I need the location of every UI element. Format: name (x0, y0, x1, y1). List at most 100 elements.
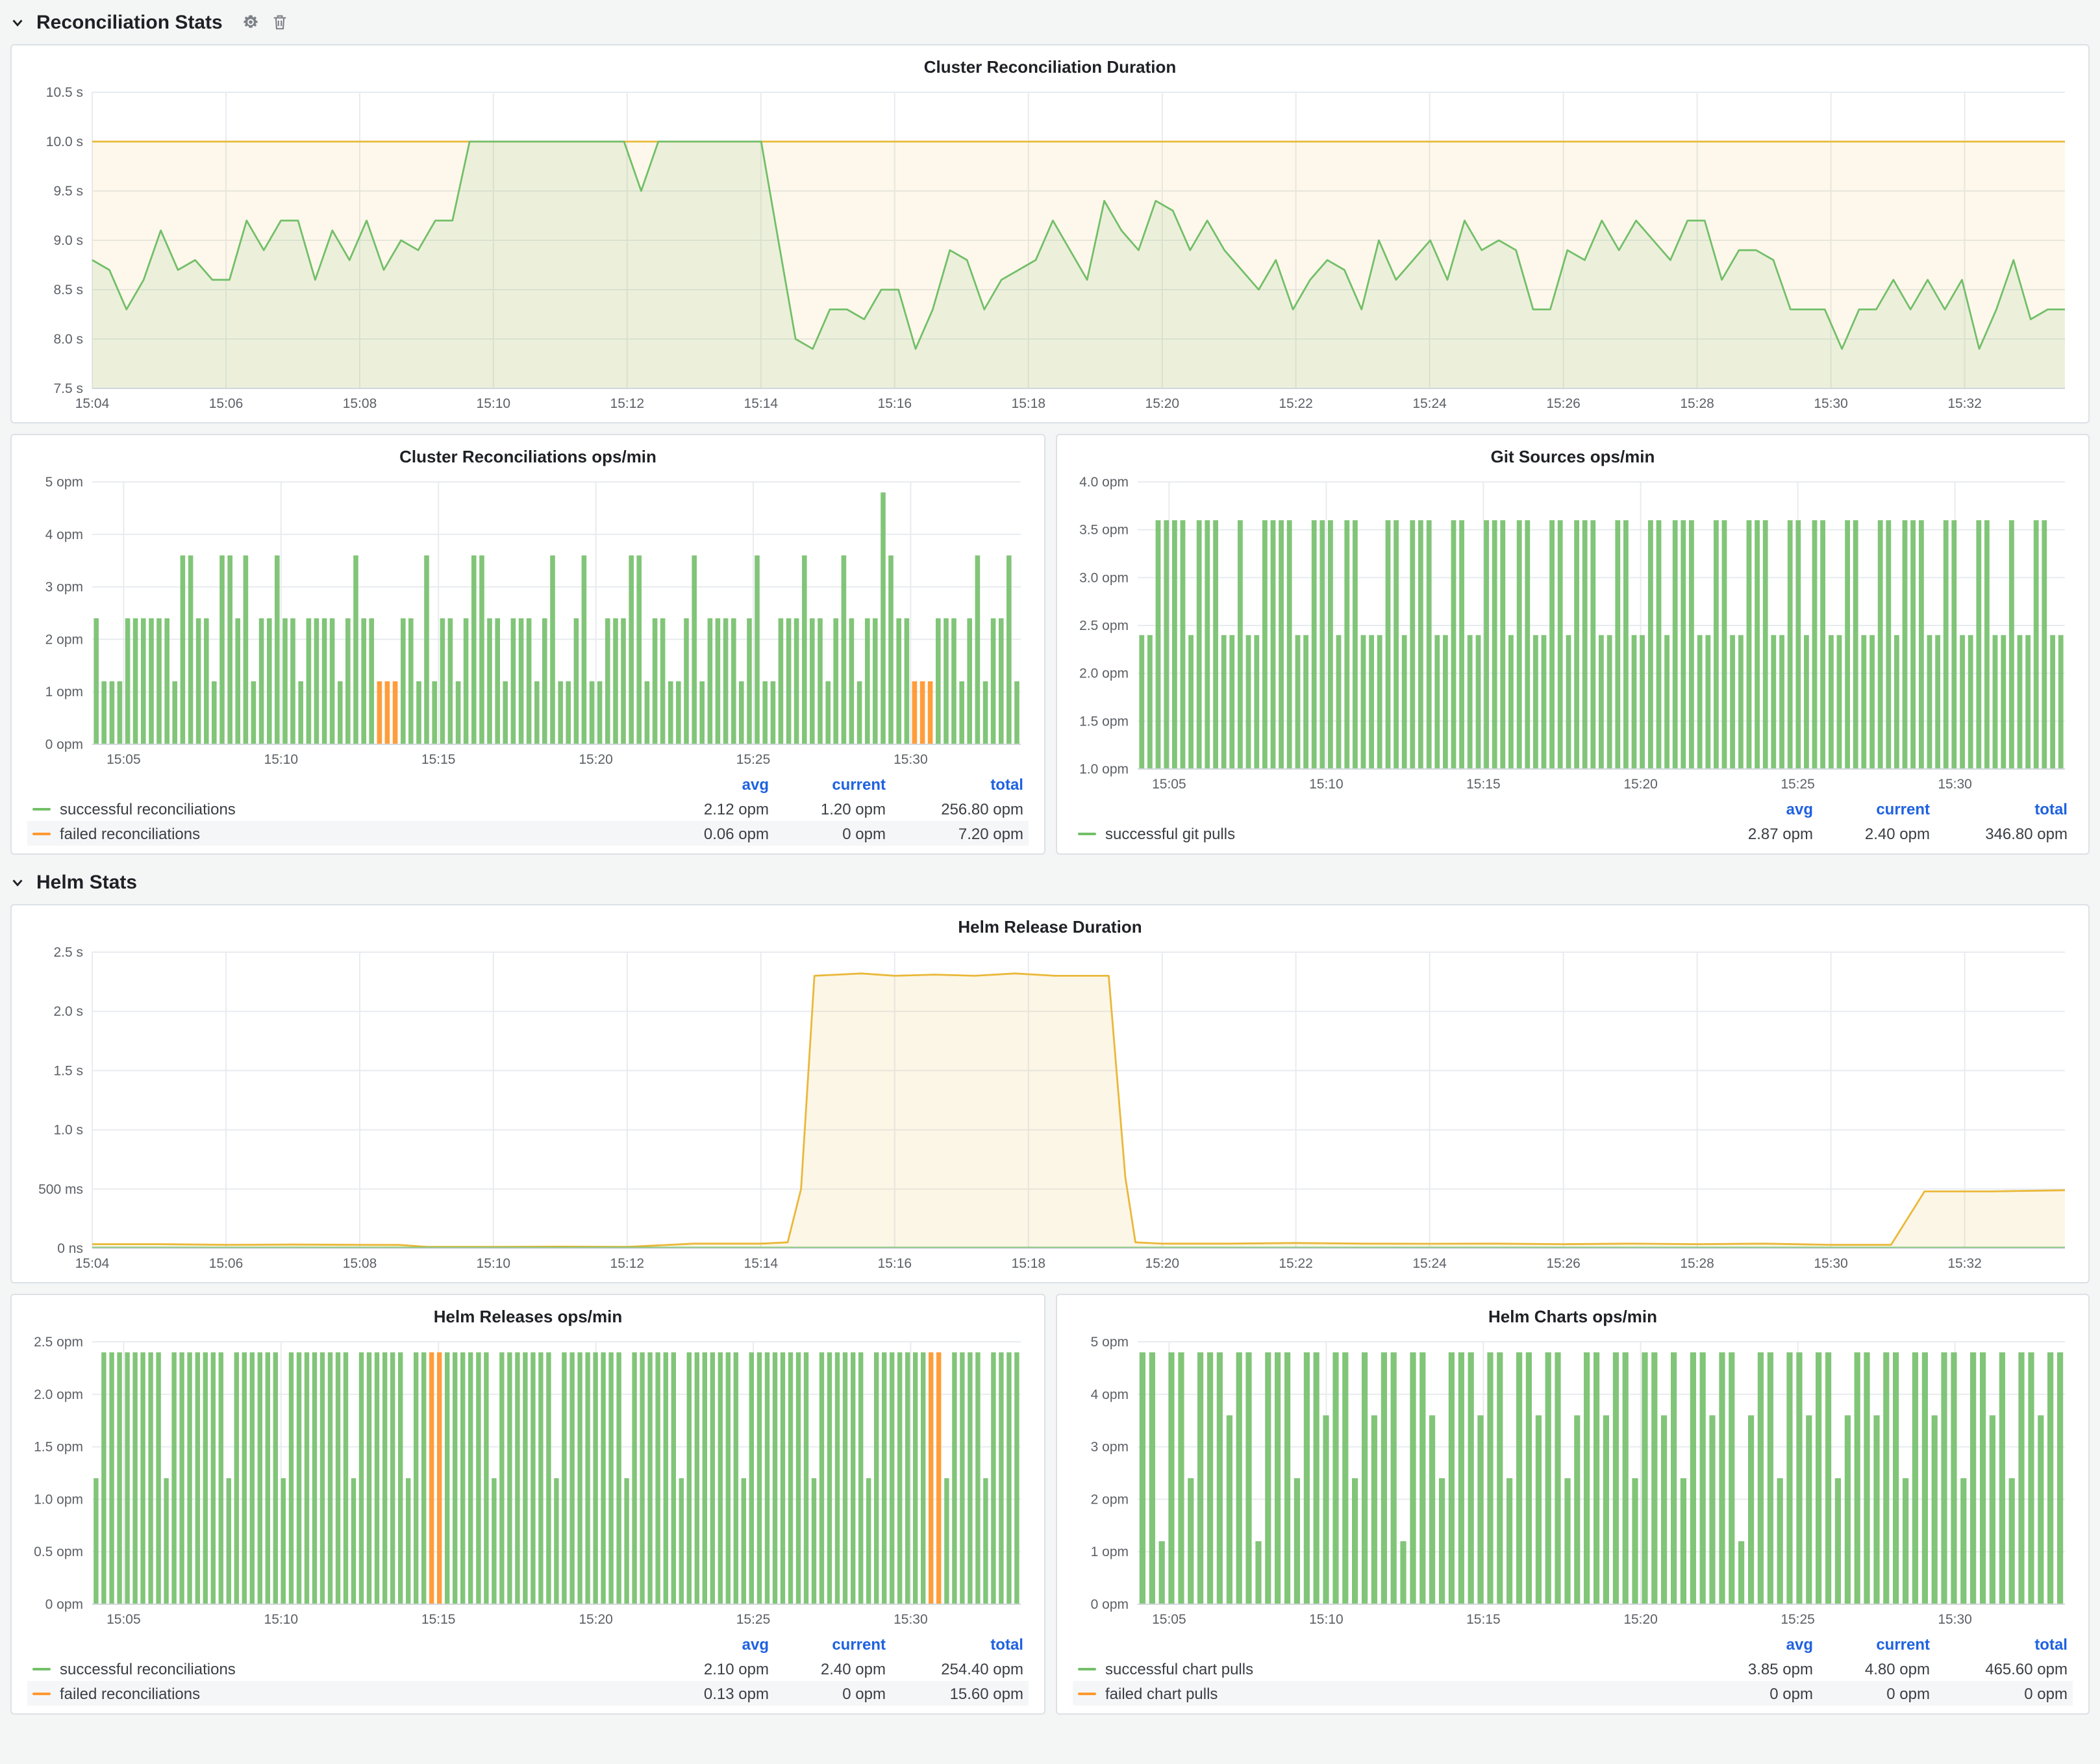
svg-text:15:20: 15:20 (1145, 1256, 1180, 1271)
legend-row-successful: successful chart pulls 3.85 opm 4.80 opm… (1073, 1656, 2073, 1681)
svg-text:2.0 opm: 2.0 opm (1079, 666, 1129, 681)
svg-text:15:32: 15:32 (1947, 396, 1982, 411)
panel-title[interactable]: Helm Release Duration (25, 912, 2075, 942)
svg-text:1 opm: 1 opm (45, 685, 83, 699)
svg-text:1.5 opm: 1.5 opm (1079, 714, 1129, 729)
legend-header-total[interactable]: total (1935, 800, 2073, 818)
legend-header-current[interactable]: current (1818, 800, 1935, 818)
legend-avg: 3.85 opm (1701, 1659, 1818, 1678)
series-name[interactable]: successful chart pulls (1105, 1659, 1253, 1678)
legend-total: 0 opm (1935, 1684, 2073, 1702)
svg-text:15:15: 15:15 (1466, 777, 1501, 792)
svg-text:4.0 opm: 4.0 opm (1079, 475, 1129, 490)
panel-title[interactable]: Cluster Reconciliations ops/min (25, 442, 1031, 472)
series-name[interactable]: successful git pulls (1105, 824, 1235, 842)
legend-row-successful: successful reconciliations 2.12 opm 1.20… (27, 796, 1029, 821)
svg-text:15:30: 15:30 (894, 1612, 928, 1627)
helm-release-duration-chart[interactable]: 0 ns500 ms1.0 s1.5 s2.0 s2.5 s15:0415:06… (25, 942, 2075, 1274)
row-header-helm-stats[interactable]: Helm Stats (10, 865, 2090, 899)
series-marker-orange (32, 1692, 51, 1695)
section-title[interactable]: Reconciliation Stats (36, 11, 223, 33)
svg-text:15:24: 15:24 (1412, 396, 1447, 411)
svg-text:2.5 s: 2.5 s (53, 945, 83, 960)
section-title[interactable]: Helm Stats (36, 871, 137, 893)
series-marker-green (1078, 1667, 1096, 1670)
svg-text:1.5 opm: 1.5 opm (34, 1440, 83, 1455)
svg-text:9.0 s: 9.0 s (53, 233, 83, 248)
svg-text:0 ns: 0 ns (57, 1241, 83, 1256)
series-marker-green (32, 807, 51, 810)
svg-text:1.0 opm: 1.0 opm (34, 1492, 83, 1507)
panel-title[interactable]: Helm Releases ops/min (25, 1302, 1031, 1331)
cluster-reconciliations-chart[interactable]: 0 opm1 opm2 opm3 opm4 opm5 opm15:0515:10… (25, 472, 1031, 770)
panel-git-sources-opm: Git Sources ops/min 1.0 opm 1.5 opm 2.0 op… (1056, 434, 2090, 855)
legend-header-total[interactable]: total (1935, 1635, 2073, 1653)
svg-text:3.5 opm: 3.5 opm (1079, 523, 1129, 538)
panel-title[interactable]: Cluster Reconciliation Duration (25, 52, 2075, 82)
svg-text:15:24: 15:24 (1412, 1256, 1447, 1271)
legend-total: 7.20 opm (891, 824, 1029, 842)
svg-text:2.0 s: 2.0 s (53, 1004, 83, 1019)
cluster-reconciliation-duration-chart[interactable]: 7.5 s8.0 s8.5 s9.0 s9.5 s10.0 s10.5 s15:… (25, 82, 2075, 414)
svg-text:15:20: 15:20 (1623, 777, 1658, 792)
svg-text:15:10: 15:10 (264, 752, 299, 767)
legend-avg: 0 opm (1701, 1684, 1818, 1702)
series-name[interactable]: failed reconciliations (60, 1684, 200, 1702)
helm-releases-chart[interactable]: 0 opm0.5 opm1.0 opm1.5 opm2.0 opm2.5 opm… (25, 1331, 1031, 1630)
legend-header-total[interactable]: total (891, 1635, 1029, 1653)
legend-header-current[interactable]: current (774, 775, 891, 793)
legend-header-avg[interactable]: avg (657, 775, 774, 793)
svg-text:1.0 opm: 1.0 opm (1079, 762, 1129, 777)
chevron-down-icon[interactable] (10, 15, 25, 29)
svg-text:7.5 s: 7.5 s (53, 381, 83, 396)
series-name[interactable]: failed chart pulls (1105, 1684, 1218, 1702)
panel-title[interactable]: Helm Charts ops/min (1070, 1302, 2075, 1331)
svg-text:15:20: 15:20 (1145, 396, 1180, 411)
legend-header-avg[interactable]: avg (1701, 800, 1818, 818)
legend-header-row: avg current total (1073, 1632, 2073, 1656)
legend-header-avg[interactable]: avg (657, 1635, 774, 1653)
legend-header-row: avg current total (27, 1632, 1029, 1656)
svg-text:15:14: 15:14 (744, 1256, 779, 1271)
svg-text:0 opm: 0 opm (1091, 1597, 1129, 1612)
svg-text:5 opm: 5 opm (1091, 1335, 1129, 1350)
legend-row-failed: failed reconciliations 0.06 opm 0 opm 7.… (27, 821, 1029, 846)
helm-charts-chart[interactable]: 0 opm1 opm2 opm3 opm4 opm5 opm15:0515:10… (1070, 1331, 2075, 1630)
legend-header-row: avg current total (27, 772, 1029, 796)
legend-header-total[interactable]: total (891, 775, 1029, 793)
svg-text:9.5 s: 9.5 s (53, 184, 83, 199)
svg-text:5 opm: 5 opm (45, 475, 83, 490)
series-name[interactable]: failed reconciliations (60, 824, 200, 842)
gear-icon[interactable] (242, 13, 260, 31)
svg-text:2 opm: 2 opm (1091, 1492, 1129, 1507)
svg-text:15:10: 15:10 (477, 1256, 511, 1271)
series-marker-orange (32, 832, 51, 835)
series-name[interactable]: successful reconciliations (60, 800, 236, 818)
grafana-dashboard: Reconciliation Stats Cluster Reconciliat… (0, 0, 2100, 1764)
svg-text:15:25: 15:25 (736, 752, 771, 767)
chevron-down-icon[interactable] (10, 875, 25, 889)
trash-icon[interactable] (272, 13, 289, 31)
legend: avg current total successful chart pulls… (1070, 1630, 2075, 1706)
legend-total: 346.80 opm (1935, 824, 2073, 842)
svg-text:15:25: 15:25 (736, 1612, 771, 1627)
legend-header-current[interactable]: current (1818, 1635, 1935, 1653)
svg-text:8.5 s: 8.5 s (53, 283, 83, 297)
dashboard-viewport: Reconciliation Stats Cluster Reconciliat… (0, 0, 2100, 1764)
series-marker-green (1078, 832, 1096, 835)
legend-avg: 2.10 opm (657, 1659, 774, 1678)
legend-avg: 0.13 opm (657, 1684, 774, 1702)
svg-text:15:20: 15:20 (1623, 1612, 1658, 1627)
panel-title[interactable]: Git Sources ops/min (1070, 442, 2075, 472)
svg-text:15:30: 15:30 (1938, 1612, 1972, 1627)
row-header-reconciliation-stats[interactable]: Reconciliation Stats (10, 5, 2090, 39)
legend-current: 2.40 opm (1818, 824, 1935, 842)
legend-header-current[interactable]: current (774, 1635, 891, 1653)
legend-header-row: avg current total (1073, 796, 2073, 821)
series-name[interactable]: successful reconciliations (60, 1659, 236, 1678)
legend-header-avg[interactable]: avg (1701, 1635, 1818, 1653)
git-sources-chart[interactable]: 1.0 opm1.5 opm2.0 opm2.5 opm3.0 opm3.5 o… (1070, 472, 2075, 795)
svg-text:15:05: 15:05 (1152, 1612, 1186, 1627)
legend-current: 2.40 opm (774, 1659, 891, 1678)
legend-current: 4.80 opm (1818, 1659, 1935, 1678)
